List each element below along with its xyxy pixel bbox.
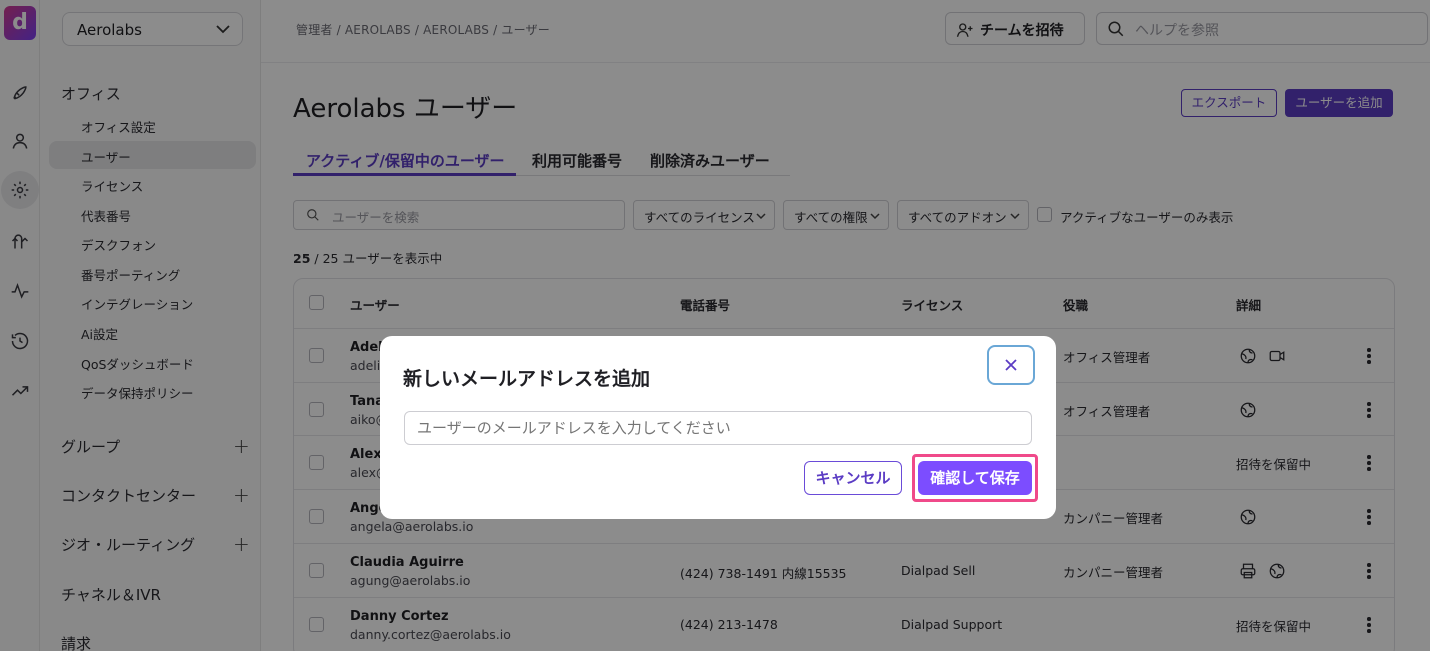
confirm-save-button[interactable]: 確認して保存: [918, 461, 1032, 495]
email-input[interactable]: [404, 411, 1032, 445]
dialog-title: 新しいメールアドレスを追加: [403, 368, 651, 390]
cancel-button[interactable]: キャンセル: [804, 461, 902, 495]
close-icon: [1005, 359, 1017, 371]
close-button[interactable]: [987, 345, 1035, 385]
modal-overlay[interactable]: [0, 0, 1430, 651]
add-email-dialog: 新しいメールアドレスを追加 キャンセル 確認して保存: [380, 336, 1056, 519]
